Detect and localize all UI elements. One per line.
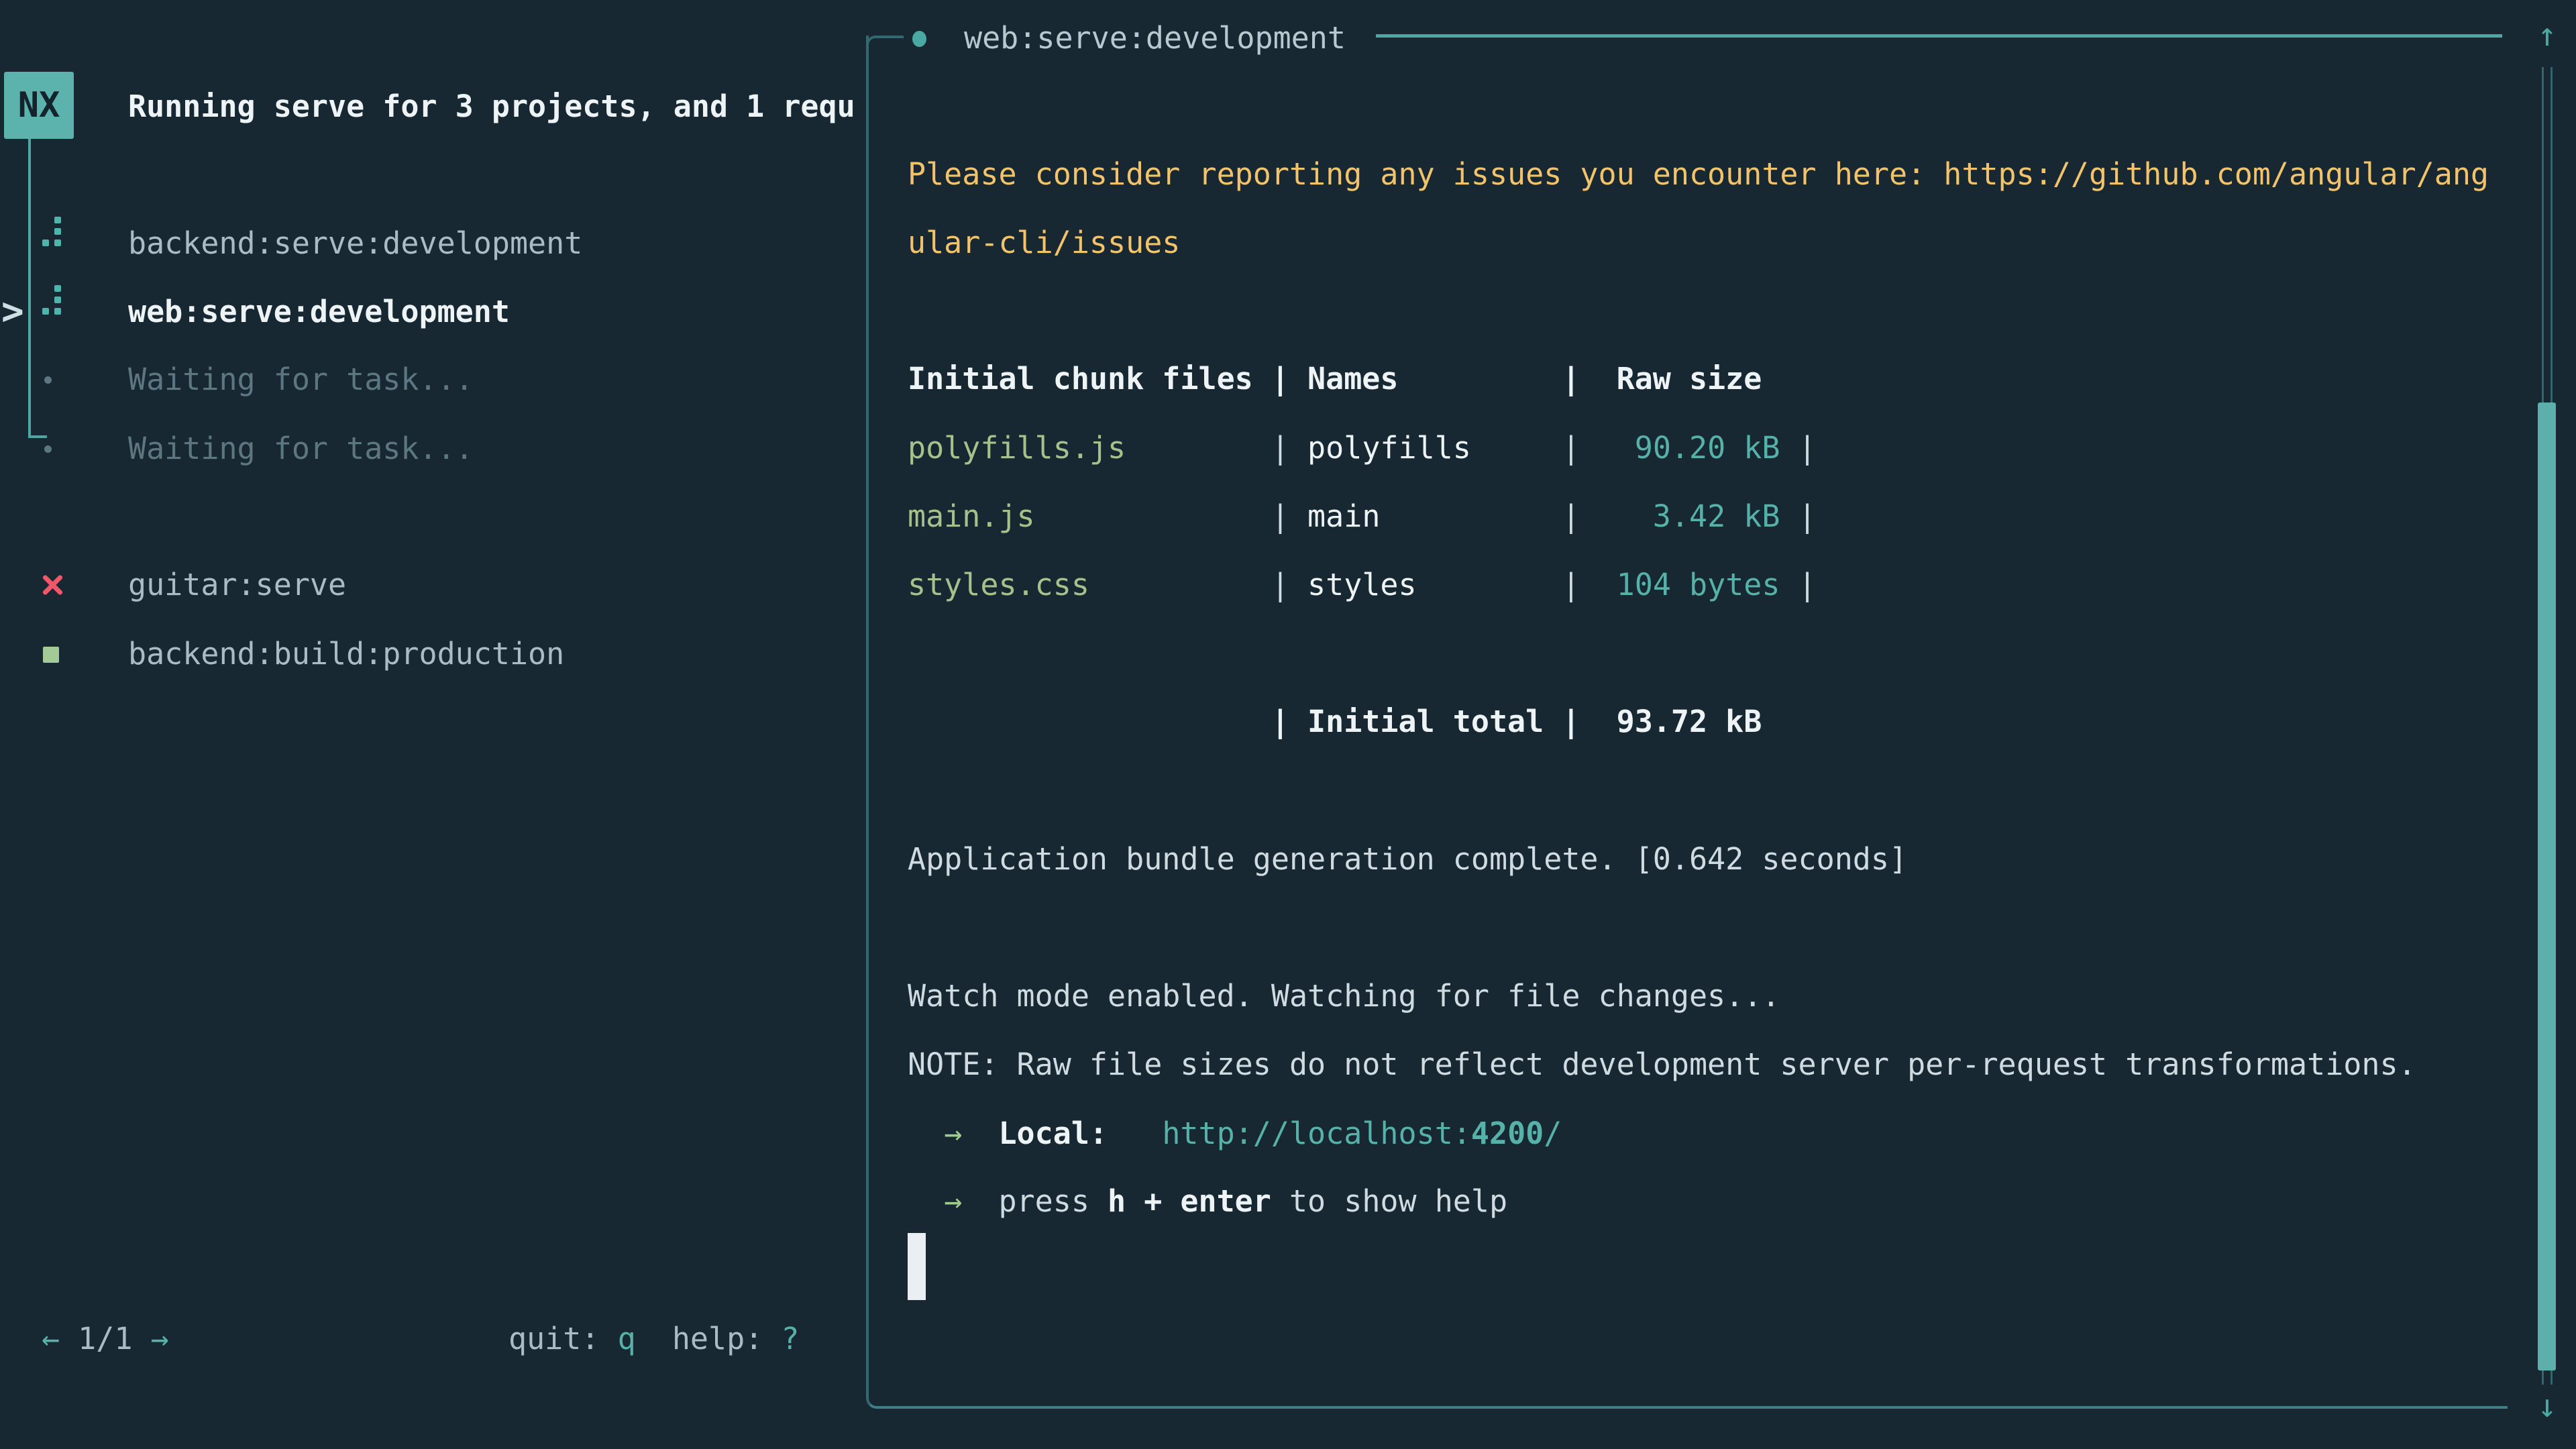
help-pre-text: press <box>998 1183 1108 1219</box>
localhost-url-link[interactable]: http://localhost:4200/ <box>1162 1116 1562 1151</box>
task-row-waiting-1[interactable]: Waiting for task... <box>0 345 862 414</box>
angular-notice-line1: Please consider reporting any issues you… <box>908 140 2489 209</box>
url-port: 4200 <box>1471 1116 1544 1151</box>
task-label: guitar:serve <box>128 551 346 619</box>
help-hint-label: help: <box>636 1321 782 1356</box>
quit-hint-label: quit: <box>508 1321 618 1356</box>
local-url-line: → Local: http://localhost:4200/ <box>908 1099 1562 1168</box>
page-prev-arrow-icon[interactable]: ← <box>42 1321 60 1356</box>
chunk-name: styles <box>1307 567 1417 602</box>
task-label: Waiting for task... <box>128 415 474 483</box>
table-separator: | <box>1417 567 1580 602</box>
task-row-guitar-serve[interactable]: guitar:serve <box>0 551 862 619</box>
task-label: Waiting for task... <box>128 345 474 414</box>
status-bar: ← 1/1 → quit: q help: ? <box>0 1305 862 1373</box>
bundle-complete-line: Application bundle generation complete. … <box>908 825 1907 894</box>
table-separator: | <box>1271 430 1307 466</box>
help-hint-key: ? <box>781 1321 799 1356</box>
chunk-name: main <box>1307 498 1380 534</box>
table-separator: | <box>1271 567 1307 602</box>
pagination: ← 1/1 → <box>42 1305 169 1373</box>
task-row-backend-build[interactable]: backend:build:production <box>0 620 862 688</box>
chunk-table-row: main.js | main | 3.42 kB | <box>908 482 1817 551</box>
nx-terminal-screen: NX Running serve for 3 projects, and 1 r… <box>0 0 2576 1449</box>
angular-notice-line2: ular-cli/issues <box>908 209 1180 277</box>
success-square-icon <box>43 647 59 663</box>
pending-dot-icon <box>44 445 52 453</box>
local-label: Local: <box>998 1116 1108 1151</box>
chunk-name: polyfills <box>1307 430 1471 466</box>
watch-mode-line: Watch mode enabled. Watching for file ch… <box>908 962 1780 1030</box>
spinner-icon <box>42 285 62 316</box>
task-label: web:serve:development <box>128 278 510 346</box>
output-panel-title: web:serve:development <box>964 4 1346 72</box>
pending-dot-icon <box>44 376 52 384</box>
page-indicator: 1/1 <box>60 1321 150 1356</box>
running-status-dot-icon <box>912 31 926 47</box>
spacer <box>962 1116 998 1151</box>
output-panel-corner <box>866 36 904 62</box>
spacer <box>1108 1116 1162 1151</box>
chunk-table-row: polyfills.js | polyfills | 90.20 kB | <box>908 414 1817 482</box>
table-separator: | <box>1380 498 1580 534</box>
prompt-arrow-icon: → <box>908 1183 962 1219</box>
table-separator: | <box>1780 567 1816 602</box>
chunk-size: 104 bytes <box>1580 567 1780 602</box>
nx-logo: NX <box>4 72 74 139</box>
scroll-up-arrow-icon[interactable]: ↑ <box>2528 1 2567 69</box>
table-separator: | <box>1471 430 1580 466</box>
task-label: backend:build:production <box>128 620 564 688</box>
page-title: Running serve for 3 projects, and 1 requ <box>128 72 863 141</box>
page-next-arrow-icon[interactable]: → <box>151 1321 169 1356</box>
help-keys: h + enter <box>1108 1183 1271 1219</box>
table-separator: | <box>1780 430 1816 466</box>
task-row-backend-serve[interactable]: backend:serve:development <box>0 209 862 278</box>
initial-total-row: | Initial total | 93.72 kB <box>908 688 1762 756</box>
scroll-down-arrow-icon[interactable]: ↓ <box>2528 1372 2567 1440</box>
quit-hint-key: q <box>618 1321 636 1356</box>
scrollbar-thumb[interactable] <box>2538 402 2556 1371</box>
chunk-size: 90.20 kB <box>1580 430 1780 466</box>
help-hint-line: → press h + enter to show help <box>908 1167 1507 1236</box>
chunk-table-row: styles.css | styles | 104 bytes | <box>908 551 1817 619</box>
chunk-size: 3.42 kB <box>1580 498 1780 534</box>
chunk-table-header: Initial chunk files | Names | Raw size <box>908 345 1762 413</box>
output-panel-header-rule <box>1376 34 2502 38</box>
chunk-file: styles.css <box>908 567 1271 602</box>
error-x-icon <box>42 574 63 596</box>
chunk-file: polyfills.js <box>908 430 1271 466</box>
prompt-arrow-icon: → <box>908 1116 962 1151</box>
task-row-waiting-2[interactable]: Waiting for task... <box>0 415 862 483</box>
spinner-icon <box>42 217 62 248</box>
keyboard-hints: quit: q help: ? <box>508 1305 800 1373</box>
note-line: NOTE: Raw file sizes do not reflect deve… <box>908 1030 2416 1099</box>
task-label: backend:serve:development <box>128 209 582 278</box>
spacer <box>962 1183 998 1219</box>
help-post-text: to show help <box>1271 1183 1507 1219</box>
task-row-web-serve[interactable]: web:serve:development <box>0 278 862 346</box>
terminal-cursor <box>908 1233 926 1300</box>
table-separator: | <box>1780 498 1816 534</box>
chunk-file: main.js <box>908 498 1271 534</box>
table-separator: | <box>1271 498 1307 534</box>
